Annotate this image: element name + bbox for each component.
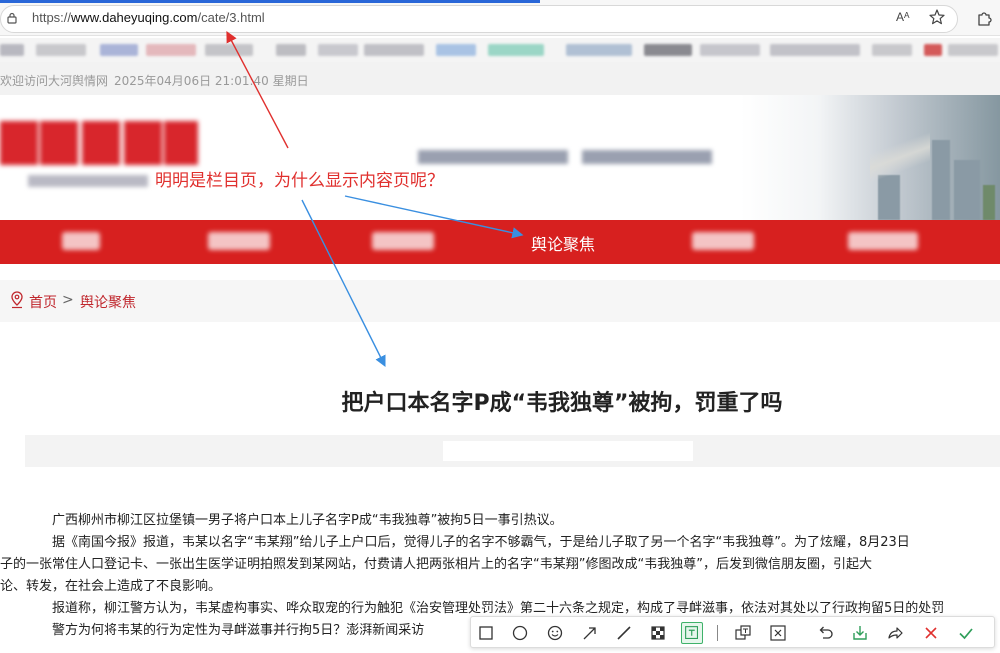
mosaic-tool-icon[interactable] [647, 622, 669, 644]
site-logo[interactable] [0, 121, 200, 165]
emoji-tool-icon[interactable] [544, 622, 566, 644]
location-pin-icon [11, 291, 23, 309]
breadcrumb-separator: > [62, 292, 74, 308]
cancel-icon[interactable] [920, 622, 942, 644]
nav-item-current[interactable]: 舆论聚焦 [531, 231, 595, 255]
breadcrumb: 首页 > 舆论聚焦 [0, 280, 1000, 322]
bookmarks-bar [0, 38, 1000, 62]
article-paragraph: 警方为何将韦某的行为定性为寻衅滋事并行拘5日？澎湃新闻采访 [52, 623, 425, 638]
welcome-text: 欢迎访问大河舆情网 [0, 74, 109, 88]
undo-icon[interactable] [815, 622, 837, 644]
article-paragraph: 据《南国今报》报道，韦某以名字“韦某翔”给儿子上户口后，觉得儿子的名字不够霸气，… [52, 535, 910, 550]
annotation-question: 明明是栏目页，为什么显示内容页呢？ [155, 171, 444, 191]
datetime-text: 2025年04月06日 21:01:40 星期日 [114, 74, 309, 88]
rectangle-tool-icon[interactable] [475, 622, 497, 644]
line-tool-icon[interactable] [613, 622, 635, 644]
url-text[interactable]: https://www.daheyuqing.com/cate/3.html [32, 10, 265, 25]
share-icon[interactable] [884, 622, 906, 644]
nav-item[interactable] [848, 232, 918, 250]
extensions-icon[interactable] [975, 9, 993, 27]
breadcrumb-home-link[interactable]: 首页 [29, 292, 57, 312]
favorite-star-icon[interactable] [928, 8, 946, 26]
text-tool-icon[interactable] [681, 622, 703, 644]
screenshot-toolbar [470, 616, 995, 648]
nav-item[interactable] [62, 232, 100, 250]
nav-item[interactable] [372, 232, 434, 250]
arrow-tool-icon[interactable] [579, 622, 601, 644]
breadcrumb-current[interactable]: 舆论聚焦 [80, 292, 136, 312]
read-aloud-icon[interactable]: Aᴬ [896, 10, 909, 24]
nav-item[interactable] [692, 232, 754, 250]
article-paragraph: 广西柳州市柳江区拉堡镇一男子将户口本上儿子名字P成“韦我独尊”被拘5日一事引热议… [52, 513, 563, 528]
translate-tool-icon[interactable] [732, 622, 754, 644]
save-icon[interactable] [849, 622, 871, 644]
lock-icon[interactable] [7, 12, 17, 24]
confirm-icon[interactable] [955, 622, 977, 644]
nav-item[interactable] [208, 232, 270, 250]
site-info-bar: 欢迎访问大河舆情网 2025年04月06日 21:01:40 星期日 [0, 62, 1000, 95]
article-paragraph: 子的一张常住人口登记卡、一张出生医学证明拍照发到某网站，付费请人把两张相片上的名… [0, 557, 872, 572]
tab-indicator [0, 0, 540, 3]
ocr-tool-icon[interactable] [767, 622, 789, 644]
ellipse-tool-icon[interactable] [509, 622, 531, 644]
main-nav: 舆论聚焦 [0, 220, 1000, 264]
article-body: 把户口本名字P成“韦我独尊”被拘，罚重了吗 广西柳州市柳江区拉堡镇一男子将户口本… [0, 340, 1000, 653]
article-meta-bar [25, 435, 1000, 467]
browser-address-bar: https://www.daheyuqing.com/cate/3.html A… [0, 0, 1000, 36]
article-paragraph: 论、转发，在社会上造成了不良影响。 [0, 579, 222, 594]
article-title: 把户口本名字P成“韦我独尊”被拘，罚重了吗 [341, 391, 783, 416]
site-banner [0, 95, 1000, 220]
